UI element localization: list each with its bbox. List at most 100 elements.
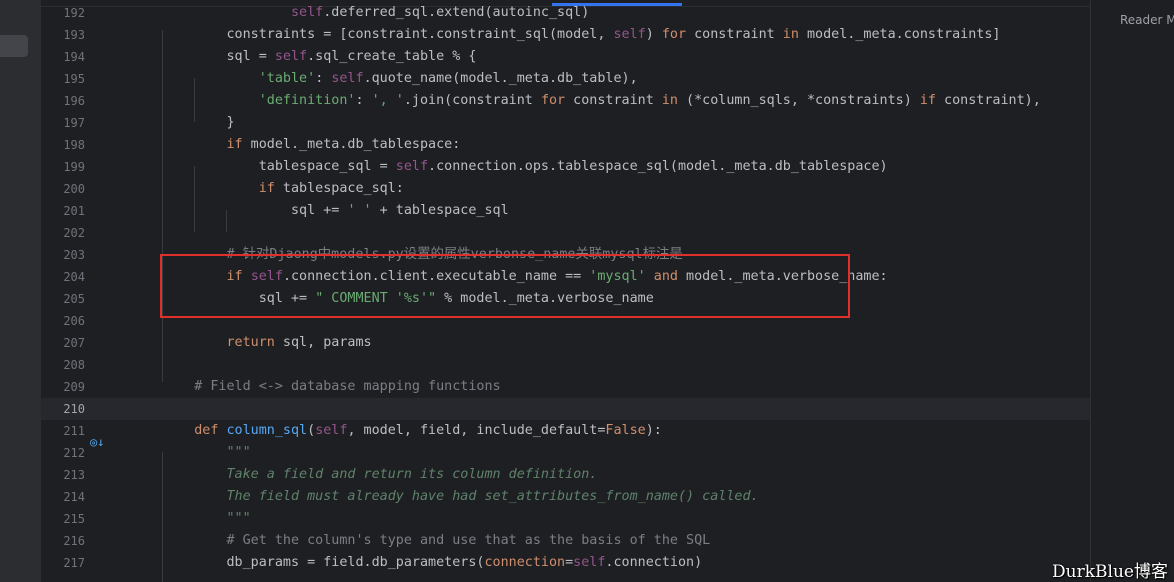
project-tool-button[interactable] [0,35,28,57]
line-number[interactable]: 213 [41,464,85,486]
code-line[interactable]: 197 } [41,112,1090,134]
code-text: sql = self.sql_create_table % { [162,46,476,68]
code-text: 'table': self.quote_name(model._meta.db_… [162,68,638,90]
code-token: self [395,159,429,174]
code-token: self [291,5,324,20]
code-line[interactable]: 212 """ [41,442,1090,464]
code-line[interactable]: 192 self.deferred_sql.extend(autoinc_sql… [41,2,1090,24]
indent-guide [226,210,227,232]
code-token: self [274,49,308,64]
code-token: self [573,555,606,570]
code-text: # Field <-> database mapping functions [162,376,500,398]
code-text: Take a field and return its column defin… [162,464,598,486]
reader-mode-button[interactable]: Reader M [1120,13,1174,27]
line-number[interactable]: 194 [41,46,85,68]
code-line[interactable]: 217 db_params = field.db_parameters(conn… [41,552,1090,574]
override-method-icon[interactable]: ◎↓ [90,434,108,450]
line-number[interactable]: 203 [41,244,85,266]
line-number[interactable]: 216 [41,530,85,552]
highlight-annotation-box [160,254,850,318]
code-line[interactable]: 202 [41,222,1090,244]
code-line[interactable]: 195 'table': self.quote_name(model._meta… [41,68,1090,90]
line-number[interactable]: 200 [41,178,85,200]
code-line[interactable]: 199 tablespace_sql = self.connection.ops… [41,156,1090,178]
line-number[interactable]: 207 [41,332,85,354]
code-line[interactable]: 215 """ [41,508,1090,530]
code-token: tablespace_sql = [162,159,396,174]
code-text: 'definition': ', '.join(constraint for c… [162,90,1041,112]
code-line[interactable]: 211 def column_sql(self, model, field, i… [41,420,1090,442]
code-token: """ [226,511,251,526]
line-number[interactable]: 199 [41,156,85,178]
code-line[interactable]: 208 [41,354,1090,376]
code-token: .connection.ops.tablespace_sql(model._me… [428,159,888,174]
code-line[interactable]: 198 if model._meta.db_tablespace: [41,134,1090,156]
indent-guide [194,78,195,122]
code-token: + tablespace_sql [371,203,509,218]
code-line[interactable]: 201 sql += ' ' + tablespace_sql [41,200,1090,222]
code-token: .quote_name(model._meta.db_table), [363,71,638,86]
line-number[interactable]: 198 [41,134,85,156]
code-text: db_params = field.db_parameters(connecti… [162,552,702,574]
line-number[interactable]: 208 [41,354,85,376]
line-number[interactable]: 193 [41,24,85,46]
line-number[interactable]: 195 [41,68,85,90]
line-number[interactable]: 204 [41,266,85,288]
code-token: 'table' [258,71,316,86]
code-line[interactable]: 196 'definition': ', '.join(constraint f… [41,90,1090,112]
code-token: self [613,27,646,42]
code-token: sql, params [274,335,372,350]
code-line[interactable]: 213 Take a field and return its column d… [41,464,1090,486]
line-number[interactable]: 215 [41,508,85,530]
line-number[interactable]: 209 [41,376,85,398]
code-token: return [226,335,275,350]
code-token: .connection) [605,555,703,570]
indent-guide [162,30,163,382]
code-line[interactable]: 194 sql = self.sql_create_table % { [41,46,1090,68]
blog-watermark: DurkBlue博客 [1052,562,1168,582]
line-number[interactable]: 217 [41,552,85,574]
line-number[interactable]: 210 [41,398,85,420]
code-token: (*column_sqls, *constraints) [678,93,920,108]
code-token: for [540,93,566,108]
code-token: column_sql [226,423,308,438]
line-number[interactable]: 192 [41,2,85,24]
code-line[interactable]: 207 return sql, params [41,332,1090,354]
code-text: if tablespace_sql: [162,178,404,200]
code-token: ', ' [371,93,404,108]
code-token: } [162,115,235,130]
line-number[interactable]: 202 [41,222,85,244]
code-line[interactable]: 216 # Get the column's type and use that… [41,530,1090,552]
line-number[interactable]: 212 [41,442,85,464]
line-number[interactable]: 196 [41,90,85,112]
code-text: constraints = [constraint.constraint_sql… [162,24,1000,46]
code-token: constraint), [935,93,1041,108]
code-line[interactable]: 200 if tablespace_sql: [41,178,1090,200]
line-number[interactable]: 205 [41,288,85,310]
code-token: The field must already have had set_attr… [226,489,759,504]
line-number[interactable]: 206 [41,310,85,332]
code-token: tablespace_sql: [274,181,404,196]
code-token: ( [307,423,316,438]
code-line[interactable]: 209 # Field <-> database mapping functio… [41,376,1090,398]
code-token: sql += [162,203,348,218]
code-line[interactable]: 193 constraints = [constraint.constraint… [41,24,1090,46]
line-number[interactable]: 197 [41,112,85,134]
code-token: : [315,71,332,86]
code-token: self [331,71,364,86]
indent-guide [162,452,163,582]
line-number[interactable]: 211 [41,420,85,442]
line-number[interactable]: 201 [41,200,85,222]
code-token: constraints = [constraint.constraint_sql… [162,27,614,42]
code-token: model._meta.db_tablespace: [242,137,461,152]
line-number[interactable]: 214 [41,486,85,508]
code-token: 'definition' [258,93,356,108]
code-token: if [919,93,936,108]
code-line[interactable]: 210 [41,398,1090,420]
code-line[interactable]: 214 The field must already have had set_… [41,486,1090,508]
